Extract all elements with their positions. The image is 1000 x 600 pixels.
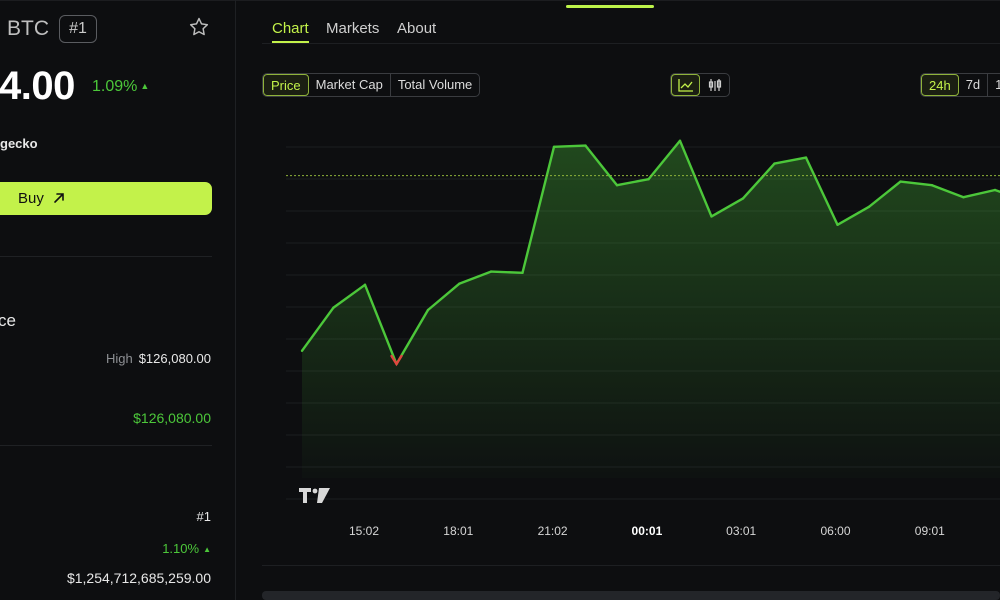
price-change: 1.09% ▲: [92, 78, 149, 96]
price-line-segment: [552, 144, 587, 148]
tradingview-logo-icon: [299, 488, 330, 503]
high-label: High: [106, 351, 133, 366]
price-chart[interactable]: 15:02 18:01 21:02 00:01 03:01 06:00 09:01: [262, 110, 1000, 550]
horizontal-scrollbar[interactable]: [262, 591, 1000, 600]
high-value: $126,080.00: [138, 351, 211, 366]
tab-chart[interactable]: Chart: [272, 20, 309, 37]
total-volume-button[interactable]: Total Volume: [391, 74, 479, 96]
buy-button[interactable]: Buy: [0, 182, 212, 215]
market-cap-button[interactable]: Market Cap: [309, 74, 391, 96]
price-line-segment: [489, 270, 524, 275]
tab-markets[interactable]: Markets: [326, 20, 379, 37]
chart-type-selector: [670, 73, 730, 97]
x-tick-label: 00:01: [632, 524, 663, 538]
x-tick-label: 06:00: [820, 524, 850, 538]
x-tick-label: 09:01: [915, 524, 945, 538]
x-tick-label: 21:02: [538, 524, 568, 538]
coin-symbol: BTC: [7, 17, 49, 40]
market-cap-rank: #1: [196, 509, 211, 524]
buy-button-label: Buy: [18, 190, 44, 207]
x-tick-label: 18:01: [443, 524, 473, 538]
ath-value: $126,080.00: [133, 410, 211, 426]
market-cap-change-value: 1.10%: [162, 541, 200, 556]
divider: [0, 256, 212, 257]
tabs-divider: [262, 43, 1000, 44]
top-accent-bar: [566, 5, 654, 8]
x-tick-label: 03:01: [726, 524, 756, 538]
time-range-selector: 24h 7d 1: [920, 73, 1000, 97]
up-triangle-icon: ▲: [140, 81, 150, 91]
coin-sidebar: BTC #1 4.00 1.09%▲ gecko Buy ce High $12…: [0, 0, 236, 600]
coin-price: 4.00: [0, 64, 75, 108]
range-7d-button[interactable]: 7d: [959, 74, 989, 96]
arrow-up-right-icon: [54, 193, 64, 203]
market-cap-change: 1.10% ▲: [162, 541, 211, 556]
line-chart-icon[interactable]: [671, 74, 701, 96]
metric-selector: Price Market Cap Total Volume: [262, 73, 481, 97]
price-area-fill: [302, 140, 1000, 478]
chart-divider: [262, 565, 1000, 566]
rank-badge: #1: [59, 15, 97, 43]
range-24h-button[interactable]: 24h: [921, 74, 959, 96]
range-1-button[interactable]: 1: [988, 74, 1000, 96]
tab-about[interactable]: About: [397, 20, 436, 37]
up-triangle-icon: ▲: [203, 545, 211, 554]
divider: [0, 445, 212, 446]
active-tab-indicator: [272, 41, 309, 43]
range-section-title: ce: [0, 311, 16, 330]
market-cap-value: $1,254,712,685,259.00: [66, 570, 211, 586]
price-change-value: 1.09%: [92, 78, 138, 95]
x-tick-label: 15:02: [349, 524, 379, 538]
source-label: gecko: [0, 136, 38, 151]
star-icon[interactable]: [188, 16, 210, 38]
candlestick-icon[interactable]: [700, 74, 729, 96]
price-button[interactable]: Price: [263, 74, 309, 96]
